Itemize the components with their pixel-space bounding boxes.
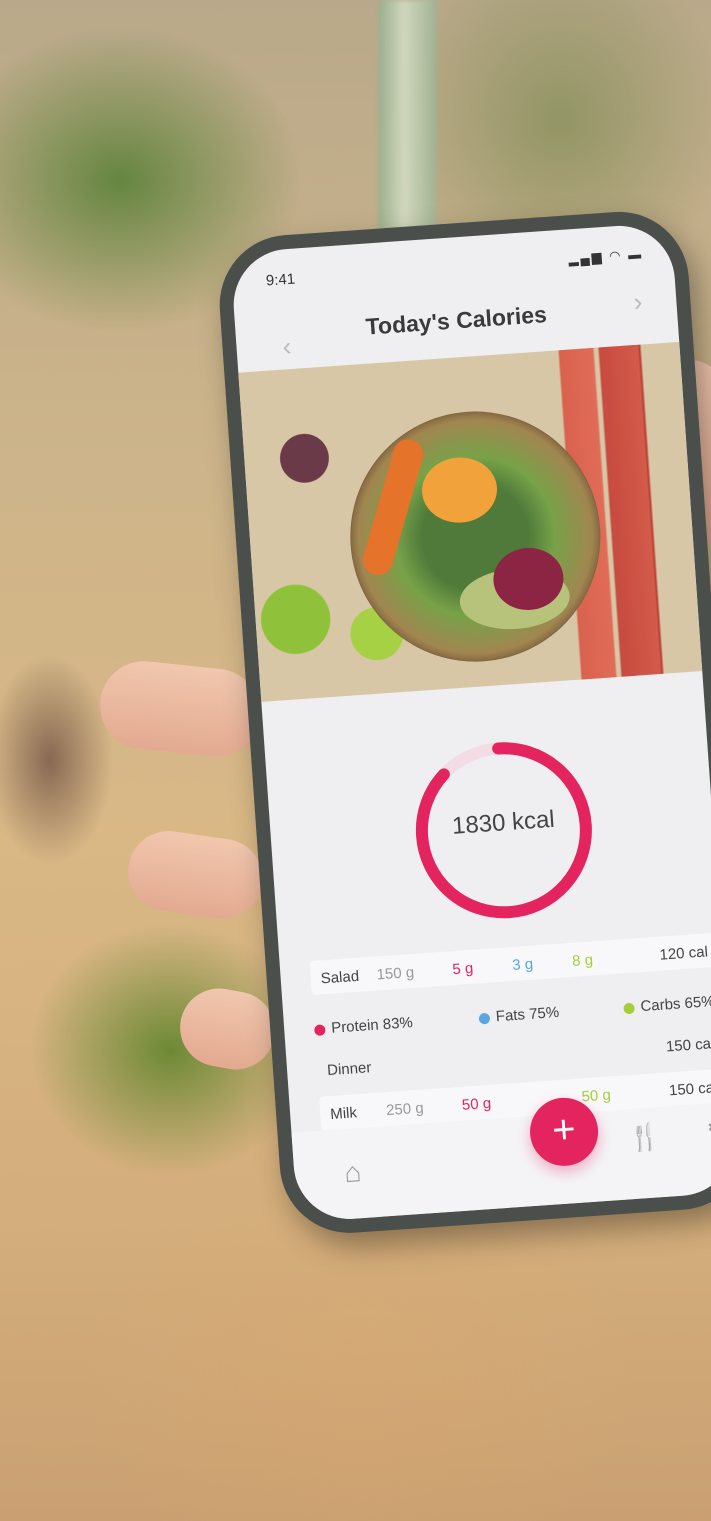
meal-name: Dinner [326,1059,372,1080]
food-name: Salad [320,967,360,988]
status-time: 9:41 [265,270,296,290]
food-weight: 150 g [376,963,415,984]
meal-photo [238,341,703,702]
macro-protein: Protein 83% [313,1014,413,1038]
food-protein: 50 g [461,1094,492,1114]
food-fat: 3 g [511,955,534,975]
protein-dot-icon [313,1023,326,1036]
page-title: Today's Calories [364,301,548,340]
food-carbs: 50 g [581,1086,612,1106]
status-icons: ▂▄▆ ◠ ▬ [567,246,644,267]
fats-dot-icon [478,1012,491,1025]
finger-top [95,656,265,762]
food-protein: 5 g [451,959,474,979]
phone: 9:41 ▂▄▆ ◠ ▬ ‹ Today's Calories › 1830 k… [215,207,711,1238]
food-name: Milk [329,1104,358,1124]
food-weight: 250 g [385,1099,425,1120]
food-calories: 150 cal [668,1079,711,1100]
macro-carbs: Carbs 65% [623,993,711,1016]
food-calories: 120 cal [659,943,709,964]
background-straw [378,0,436,230]
status-bar: 9:41 ▂▄▆ ◠ ▬ [265,246,643,292]
utensils-icon[interactable]: 🍴 [628,1121,662,1154]
macro-fats: Fats 75% [478,1004,560,1027]
finger-bottom [173,982,282,1076]
home-icon[interactable]: ⌂ [343,1156,362,1189]
finger-middle [123,825,268,925]
meal-calories: 150 cal [665,1035,711,1056]
calorie-summary: 1830 kcal [263,701,711,961]
phone-screen: 9:41 ▂▄▆ ◠ ▬ ‹ Today's Calories › 1830 k… [229,222,711,1223]
carbs-dot-icon [623,1002,635,1014]
gear-icon[interactable]: ⚙ [706,1112,711,1142]
next-chevron-icon[interactable]: › [633,286,644,318]
food-carbs: 8 g [571,951,594,970]
